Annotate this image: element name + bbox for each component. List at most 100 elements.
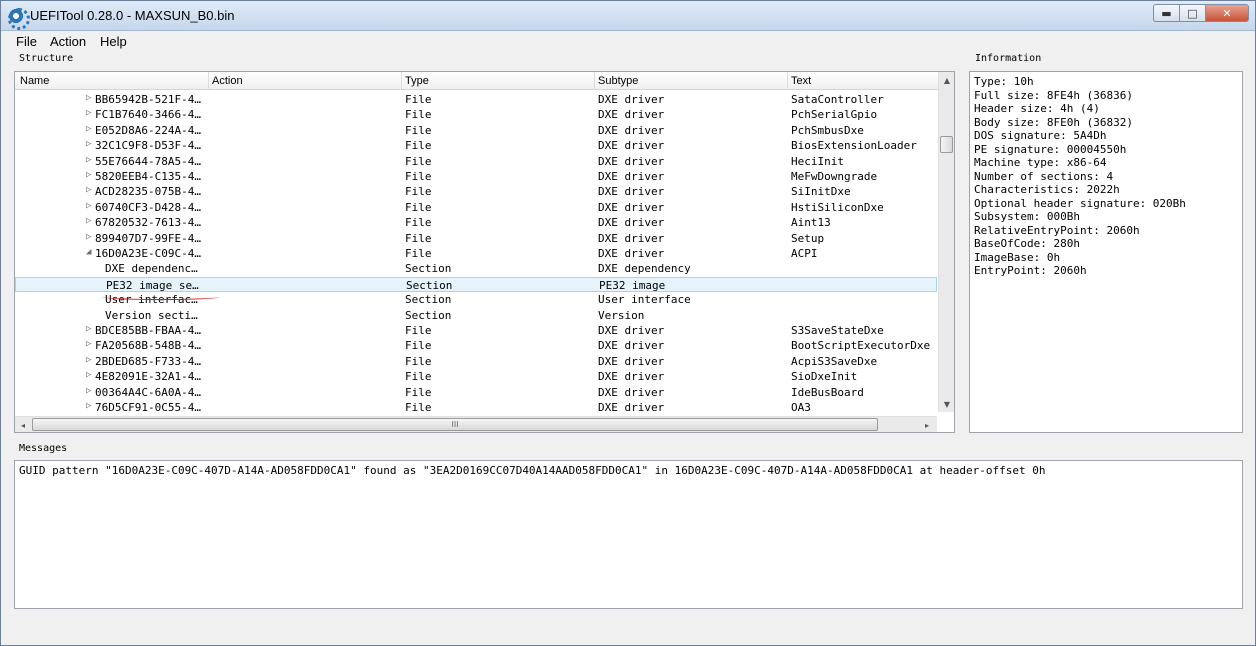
red-underline-annotation: [102, 294, 220, 300]
column-header-name[interactable]: Name: [20, 75, 49, 87]
tree-row[interactable]: Version secti… Section Version: [15, 308, 937, 323]
row-type: File: [405, 370, 432, 384]
window-title: UEFITool 0.28.0 - MAXSUN_B0.bin: [30, 8, 235, 23]
collapsed-arrow-icon[interactable]: ▷: [86, 370, 91, 380]
row-type: File: [405, 385, 432, 399]
row-subtype: DXE driver: [598, 200, 665, 214]
collapsed-arrow-icon[interactable]: ▷: [86, 170, 91, 180]
row-name: Version secti…: [105, 308, 198, 322]
collapsed-arrow-icon[interactable]: ▷: [86, 185, 91, 195]
tree-row[interactable]: ▷ 32C1C9F8-D53F-4… File DXE driver BiosExten…: [15, 138, 937, 153]
tree-row[interactable]: ▷ 899407D7-99FE-4… File DXE driver Setup: [15, 231, 937, 246]
collapsed-arrow-icon[interactable]: ▷: [86, 386, 91, 396]
row-subtype: DXE driver: [598, 324, 665, 337]
column-divider[interactable]: [208, 72, 209, 90]
collapsed-arrow-icon[interactable]: ▷: [86, 201, 91, 211]
collapsed-arrow-icon[interactable]: ▷: [86, 355, 91, 365]
close-button[interactable]: ✕: [1205, 4, 1249, 22]
row-text: SataController: [791, 93, 884, 106]
scroll-right-arrow-icon[interactable]: ▸: [919, 417, 935, 433]
maximize-button[interactable]: □: [1179, 4, 1205, 22]
collapsed-arrow-icon[interactable]: ▷: [86, 155, 91, 165]
row-name: FC1B7640-3466-4…: [95, 108, 201, 122]
row-type: Section: [405, 262, 452, 276]
collapsed-arrow-icon[interactable]: ▷: [86, 139, 91, 149]
scroll-grip-icon: III: [451, 420, 459, 429]
row-subtype: DXE driver: [598, 93, 665, 106]
collapsed-arrow-icon[interactable]: ▷: [86, 339, 91, 349]
row-subtype: DXE driver: [598, 247, 665, 260]
row-type: File: [405, 170, 432, 183]
info-line: Optional header signature: 020Bh: [974, 196, 1186, 210]
row-subtype: DXE dependency: [598, 262, 691, 276]
column-header-text[interactable]: Text: [791, 75, 811, 87]
row-type: File: [405, 139, 432, 153]
column-divider[interactable]: [787, 72, 788, 90]
collapsed-arrow-icon[interactable]: ▷: [86, 232, 91, 242]
horizontal-scroll-thumb[interactable]: III: [32, 418, 878, 431]
info-line: RelativeEntryPoint: 2060h: [974, 223, 1140, 237]
tree-row[interactable]: ▷ FC1B7640-3466-4… File DXE driver PchSerial…: [15, 107, 937, 122]
tree-row[interactable]: DXE dependenc… Section DXE dependency: [15, 261, 937, 276]
menu-file[interactable]: File: [16, 34, 37, 49]
menu-help[interactable]: Help: [100, 34, 127, 49]
collapsed-arrow-icon[interactable]: ▷: [86, 93, 91, 103]
row-text: OA3: [791, 401, 811, 414]
tree-row[interactable]: ▷ BB65942B-521F-4… File DXE driver SataContr…: [15, 92, 937, 107]
tree-row-selected[interactable]: PE32 image se… Section PE32 image: [15, 276, 937, 293]
vertical-scrollbar[interactable]: ▲ ▼: [938, 72, 954, 412]
messages-panel[interactable]: GUID pattern "16D0A23E-C09C-407D-A14A-AD…: [14, 460, 1243, 609]
collapsed-arrow-icon[interactable]: ▷: [86, 401, 91, 411]
collapsed-arrow-icon[interactable]: ▷: [86, 216, 91, 226]
tree-row[interactable]: ▷ 60740CF3-D428-4… File DXE driver HstiSilic…: [15, 200, 937, 215]
row-subtype: DXE driver: [598, 139, 665, 153]
row-type: Section: [405, 308, 452, 322]
row-name: 67820532-7613-4…: [95, 216, 201, 230]
tree-row[interactable]: ▷ 4E82091E-32A1-4… File DXE driver SioDxeIni…: [15, 369, 937, 384]
scroll-up-arrow-icon[interactable]: ▲: [939, 72, 955, 88]
info-line: ImageBase: 0h: [974, 250, 1061, 264]
scroll-left-arrow-icon[interactable]: ◂: [15, 417, 31, 433]
column-header-subtype[interactable]: Subtype: [598, 75, 638, 87]
row-name: 76D5CF91-0C55-4…: [95, 401, 201, 414]
menu-action[interactable]: Action: [50, 34, 86, 49]
column-divider[interactable]: [594, 72, 595, 90]
tree-row[interactable]: ▷ E052D8A6-224A-4… File DXE driver PchSmbusD…: [15, 123, 937, 138]
row-subtype: DXE driver: [598, 170, 665, 183]
row-subtype: DXE driver: [598, 231, 665, 245]
row-subtype: DXE driver: [598, 339, 665, 353]
tree-row[interactable]: ▷ BDCE85BB-FBAA-4… File DXE driver S3SaveSta…: [15, 323, 937, 338]
minimize-button[interactable]: ▬: [1153, 4, 1179, 22]
collapsed-arrow-icon[interactable]: ▷: [86, 108, 91, 118]
tree-row[interactable]: ▷ 55E76644-78A5-4… File DXE driver HeciInit: [15, 154, 937, 169]
tree-row[interactable]: ▷ FA20568B-548B-4… File DXE driver BootScrip…: [15, 338, 937, 353]
info-line: DOS signature: 5A4Dh: [974, 129, 1107, 142]
structure-tree[interactable]: Name Action Type Subtype Text ▷ BB65942B-…: [14, 71, 955, 433]
row-text: SioDxeInit: [791, 370, 858, 384]
collapsed-arrow-icon[interactable]: ▷: [86, 124, 91, 134]
tree-row[interactable]: ◢ 16D0A23E-C09C-4… File DXE driver ACPI: [15, 246, 937, 261]
horizontal-scrollbar[interactable]: ◂ III ▸: [15, 416, 937, 432]
tree-row[interactable]: ▷ 2BDED685-F733-4… File DXE driver AcpiS3Sav…: [15, 354, 937, 369]
row-name: BB65942B-521F-4…: [95, 93, 201, 106]
row-type: Section: [406, 278, 453, 292]
column-header-action[interactable]: Action: [212, 75, 243, 87]
message-line[interactable]: GUID pattern "16D0A23E-C09C-407D-A14A-AD…: [19, 464, 1046, 477]
tree-row[interactable]: ▷ 5820EEB4-C135-4… File DXE driver MeFwDowng…: [15, 169, 937, 184]
row-text: SiInitDxe: [791, 185, 851, 199]
column-divider[interactable]: [401, 72, 402, 90]
tree-row[interactable]: ▷ 76D5CF91-0C55-4… File DXE driver OA3: [15, 400, 937, 415]
tree-row[interactable]: ▷ 00364A4C-6A0A-4… File DXE driver IdeBusBoa…: [15, 385, 937, 400]
row-name: 60740CF3-D428-4…: [95, 200, 201, 214]
row-name: FA20568B-548B-4…: [95, 339, 201, 353]
title-bar: UEFITool 0.28.0 - MAXSUN_B0.bin ▬ □ ✕: [1, 1, 1255, 31]
tree-row[interactable]: ▷ 67820532-7613-4… File DXE driver Aint13: [15, 215, 937, 230]
tree-row[interactable]: ▷ ACD28235-075B-4… File DXE driver SiInitDxe: [15, 184, 937, 199]
vertical-scroll-thumb[interactable]: [940, 136, 953, 153]
scroll-down-arrow-icon[interactable]: ▼: [939, 396, 955, 412]
column-header-type[interactable]: Type: [405, 75, 429, 87]
collapsed-arrow-icon[interactable]: ▷: [86, 324, 91, 334]
expanded-arrow-icon[interactable]: ◢: [86, 247, 91, 257]
information-panel[interactable]: Type: 10h Full size: 8FE4h (36836) Header …: [969, 71, 1243, 433]
row-type: File: [405, 247, 432, 260]
